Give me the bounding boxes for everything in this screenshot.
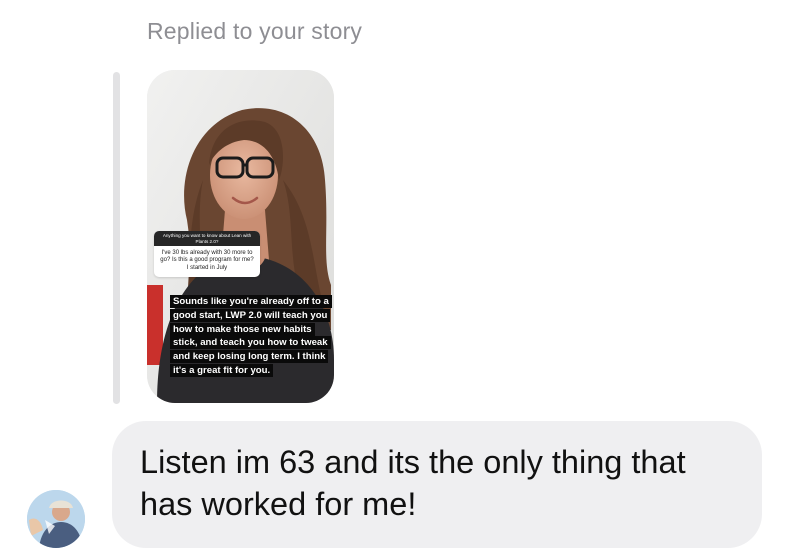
avatar-photo bbox=[27, 490, 85, 548]
reply-indicator-bar bbox=[113, 72, 120, 404]
story-answer-caption-text: Sounds like you're already off to a good… bbox=[170, 295, 332, 377]
dm-thread: Replied to your story Anything you want … bbox=[0, 0, 810, 559]
question-sticker: Anything you want to know about Lean wit… bbox=[154, 231, 260, 277]
message-bubble[interactable]: Listen im 63 and its the only thing that… bbox=[112, 421, 762, 548]
question-sticker-text: I've 30 lbs already with 30 more to go? … bbox=[160, 250, 254, 271]
question-sticker-header: Anything you want to know about Lean wit… bbox=[154, 231, 260, 247]
story-preview-card[interactable]: Anything you want to know about Lean wit… bbox=[147, 70, 334, 403]
replied-to-story-label: Replied to your story bbox=[147, 18, 363, 44]
avatar[interactable] bbox=[27, 490, 85, 548]
story-answer-caption: Sounds like you're already off to a good… bbox=[170, 295, 334, 378]
